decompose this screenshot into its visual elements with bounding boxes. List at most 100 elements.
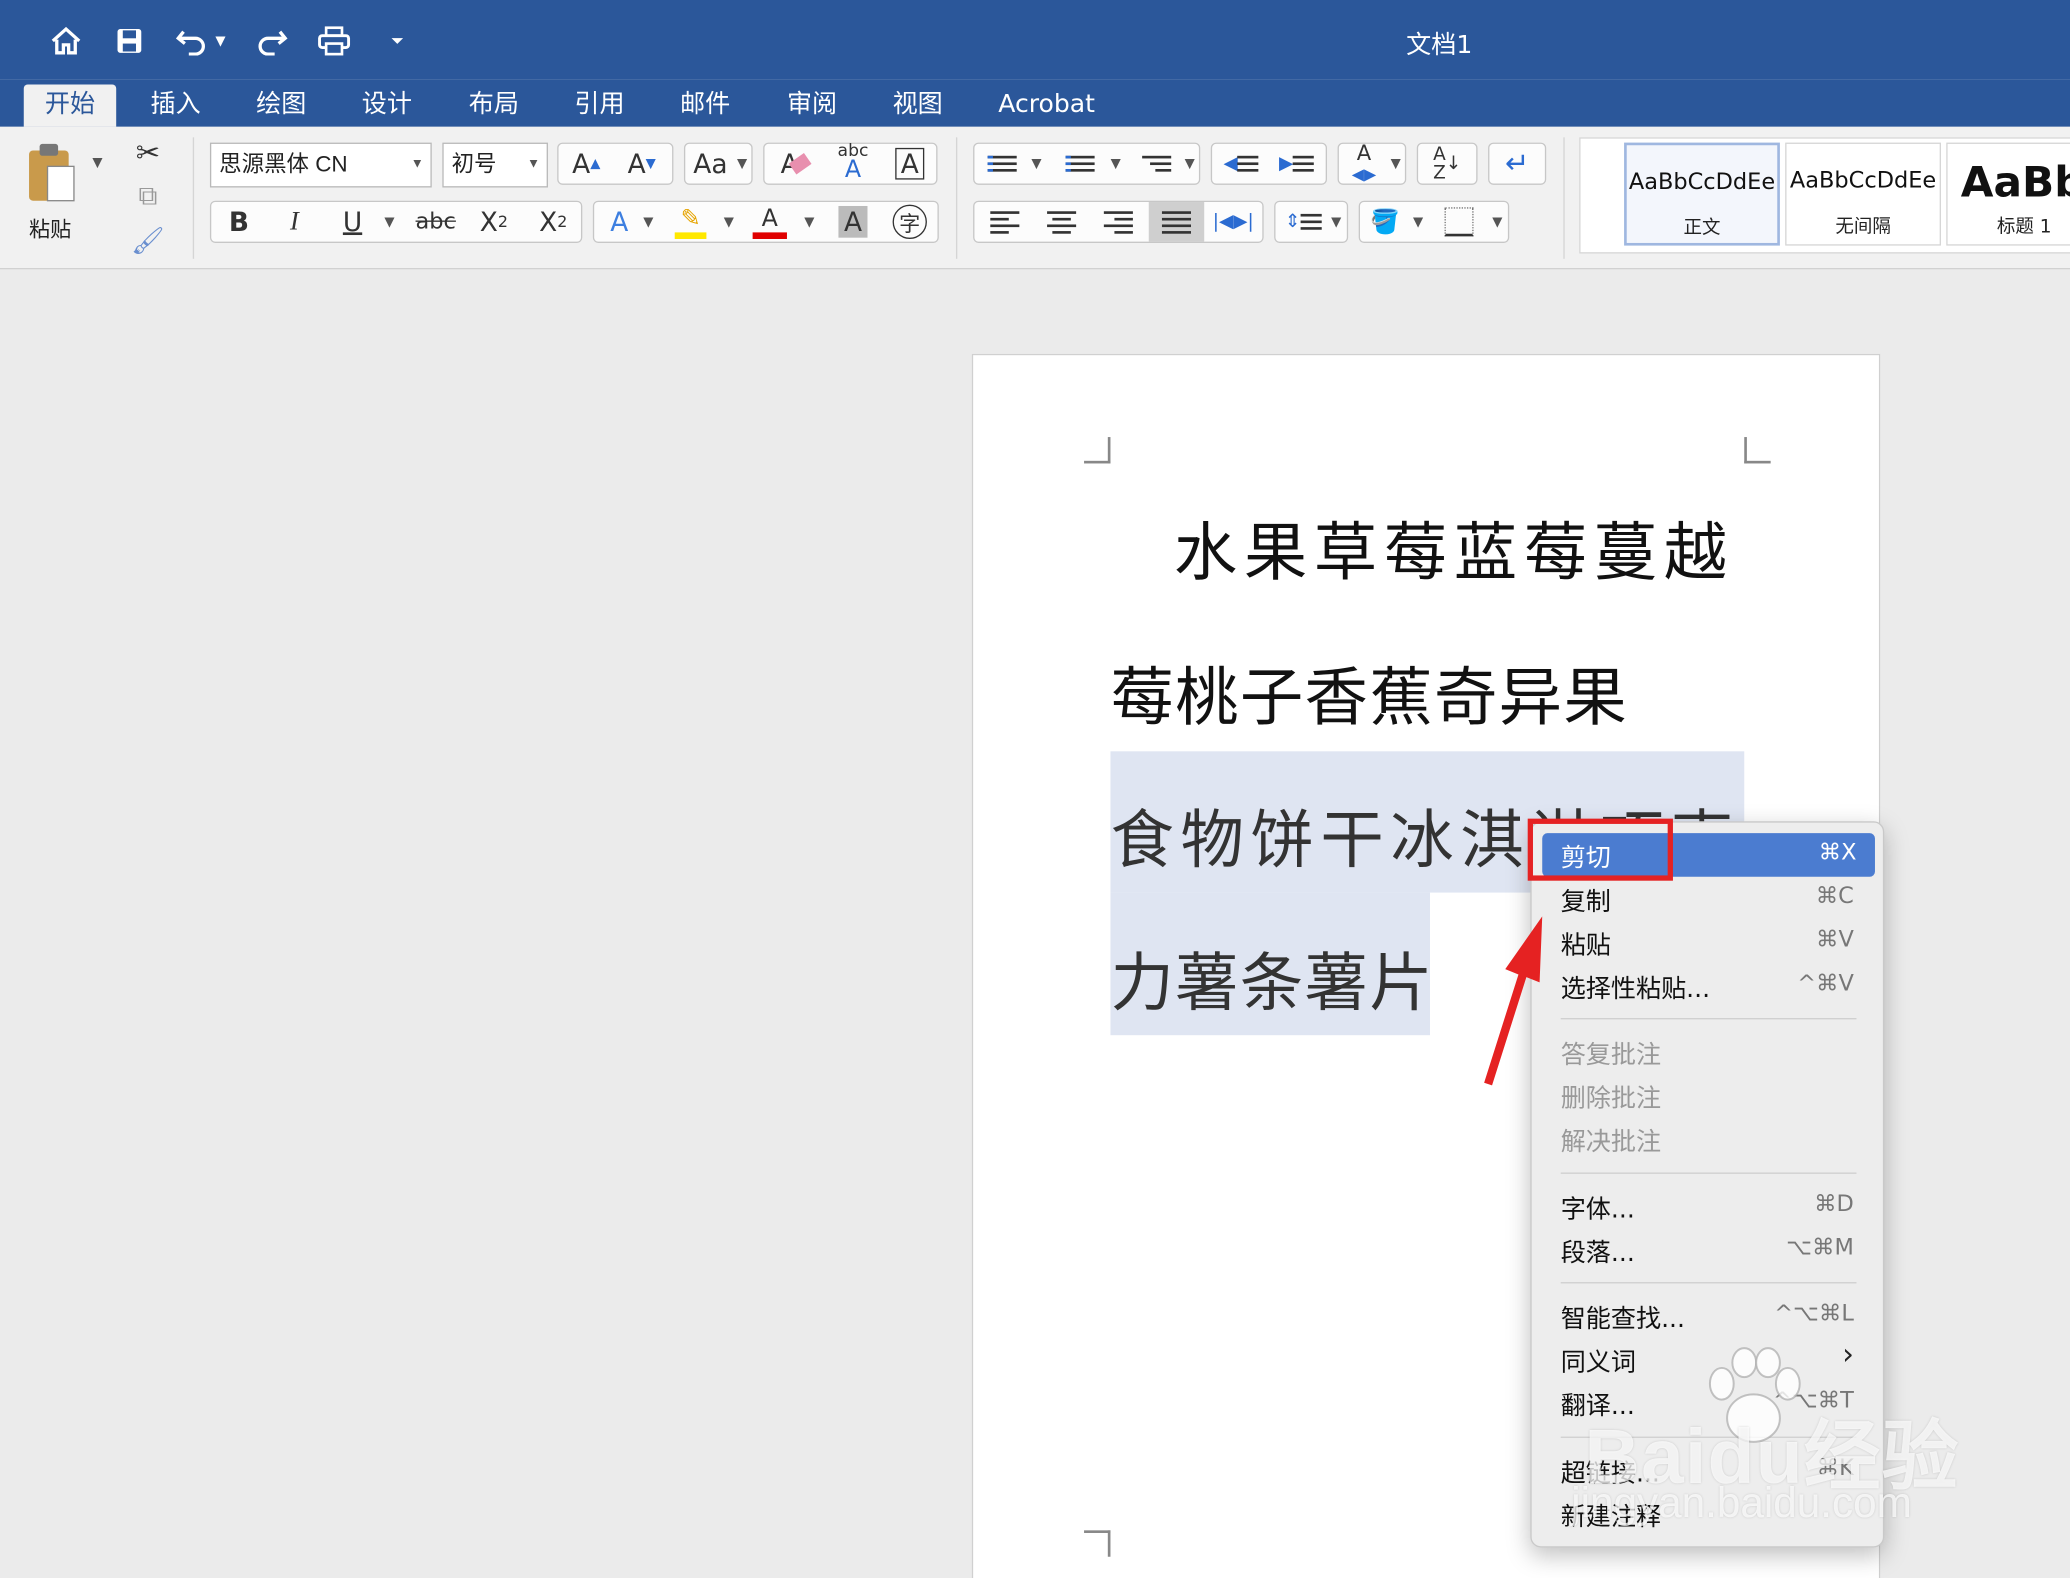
chevron-down-icon[interactable]: ▼ — [1327, 201, 1345, 243]
chevron-down-icon[interactable]: ▼ — [1106, 143, 1124, 185]
menu-label: 粘贴 — [1560, 930, 1611, 960]
redo-icon[interactable] — [254, 24, 288, 58]
strikethrough-button[interactable]: abc — [409, 201, 462, 243]
enclose-characters-icon[interactable]: 字 — [885, 201, 935, 243]
customize-toolbar-icon[interactable]: ⏷ — [386, 24, 410, 58]
line-spacing-icon[interactable]: ⇕ — [1277, 201, 1330, 243]
document-line[interactable]: 水果草莓蓝莓蔓越 — [1174, 500, 1734, 592]
style-heading-1[interactable]: AaBb 标题 1 — [1946, 142, 2070, 246]
menu-item-copy[interactable]: 复制 ⌘C — [1532, 877, 1883, 921]
menu-separator — [1560, 1172, 1857, 1174]
undo-dropdown-icon[interactable]: ▼ — [211, 24, 229, 58]
menu-item-paste-special[interactable]: 选择性粘贴... ^⌘V — [1532, 964, 1883, 1008]
tab-references[interactable]: 引用 — [553, 85, 645, 127]
font-name-field[interactable]: 思源黑体 CN ▼ — [209, 142, 432, 188]
clear-formatting-icon[interactable]: A — [768, 143, 821, 185]
paste-button[interactable] — [24, 140, 87, 211]
chevron-down-icon[interactable]: ▼ — [380, 201, 398, 243]
character-border-icon[interactable]: A — [885, 143, 935, 185]
chevron-down-icon[interactable]: ▼ — [639, 201, 657, 243]
menu-shortcut: ⌘V — [1816, 926, 1854, 954]
numbering-icon[interactable] — [1056, 143, 1104, 185]
home-icon[interactable] — [49, 24, 83, 58]
grow-font-icon[interactable]: A ▲ — [560, 143, 613, 185]
chevron-down-icon[interactable]: ▼ — [1027, 143, 1045, 185]
phonetic-guide-icon[interactable]: abc A — [827, 140, 880, 182]
bullets-icon[interactable] — [978, 143, 1026, 185]
style-normal[interactable]: AaBbCcDdEe 正文 — [1624, 142, 1780, 246]
justify-icon[interactable] — [1148, 202, 1205, 242]
menu-label: 段落... — [1560, 1238, 1635, 1268]
tab-acrobat[interactable]: Acrobat — [977, 85, 1116, 127]
shrink-font-icon[interactable]: A ▼ — [615, 143, 668, 185]
menu-label: 解决批注 — [1560, 1127, 1662, 1157]
tab-review[interactable]: 审阅 — [766, 85, 858, 127]
chevron-down-icon[interactable]: ▼ — [1386, 143, 1404, 185]
superscript-button[interactable]: X2 — [528, 201, 578, 243]
font-color-icon[interactable]: A — [745, 201, 795, 243]
highlight-color-icon[interactable]: ✎ — [665, 201, 715, 243]
align-right-icon[interactable] — [1092, 201, 1145, 243]
menu-item-smart-lookup[interactable]: 智能查找... ^⌥⌘L — [1532, 1294, 1883, 1338]
distributed-icon[interactable]: |◀▶| — [1207, 201, 1260, 243]
save-icon[interactable] — [112, 24, 146, 58]
annotation-arrow-icon — [1484, 916, 1543, 1086]
superscript-mark: 2 — [557, 212, 568, 232]
underline-button[interactable]: U — [329, 201, 377, 243]
menu-label: 删除批注 — [1560, 1084, 1662, 1114]
subscript-button[interactable]: X2 — [470, 201, 518, 243]
increase-indent-icon[interactable]: ▶ — [1272, 143, 1322, 185]
menu-separator — [1560, 1282, 1857, 1284]
font-size-field[interactable]: 初号 ▼ — [442, 142, 548, 188]
asian-layout-icon[interactable]: A ◀▶ — [1340, 142, 1388, 185]
document-line-selected[interactable]: 力薯条薯片 — [1110, 931, 1434, 1023]
decrease-indent-icon[interactable]: ◀ — [1216, 143, 1266, 185]
tab-draw[interactable]: 绘图 — [235, 85, 327, 127]
bold-button[interactable]: B — [215, 201, 263, 243]
cut-icon[interactable]: ✂ — [129, 132, 166, 174]
menu-label: 答复批注 — [1560, 1040, 1662, 1070]
menu-item-delete-comment: 删除批注 — [1532, 1073, 1883, 1117]
chevron-down-icon[interactable]: ▼ — [1488, 201, 1506, 243]
menu-label: 智能查找... — [1560, 1304, 1685, 1334]
chevron-down-icon[interactable]: ▼ — [411, 144, 424, 186]
sort-icon[interactable]: A Z ↓ — [1419, 143, 1474, 185]
format-painter-icon[interactable]: 🖌 — [129, 219, 166, 261]
enclose-char: 字 — [892, 204, 927, 239]
align-center-icon[interactable] — [1035, 201, 1088, 243]
multilevel-list-icon[interactable] — [1133, 143, 1181, 185]
show-paragraph-marks-icon[interactable]: ↵ — [1491, 143, 1544, 185]
copy-icon[interactable]: ⧉ — [129, 174, 166, 216]
chevron-down-icon[interactable]: ▼ — [1409, 201, 1427, 243]
tab-mailings[interactable]: 邮件 — [659, 85, 751, 127]
change-case-icon[interactable]: Aa — [687, 143, 735, 185]
tab-insert[interactable]: 插入 — [129, 85, 221, 127]
tab-view[interactable]: 视图 — [871, 85, 963, 127]
menu-label: 同义词 — [1560, 1348, 1636, 1378]
undo-icon[interactable] — [175, 24, 210, 58]
chevron-down-icon[interactable]: ▼ — [527, 144, 540, 186]
chevron-down-icon[interactable]: ▼ — [733, 143, 751, 185]
text-effects-icon[interactable]: A — [597, 201, 642, 243]
chevron-down-icon[interactable]: ▼ — [720, 201, 738, 243]
menu-item-paste[interactable]: 粘贴 ⌘V — [1532, 920, 1883, 964]
superscript-x: X — [539, 205, 558, 238]
chevron-down-icon[interactable]: ▼ — [800, 201, 818, 243]
menu-shortcut: ⌘X — [1818, 839, 1857, 867]
character-shading-icon[interactable]: A — [829, 201, 877, 243]
menu-label: 选择性粘贴... — [1560, 974, 1711, 1004]
tab-layout[interactable]: 布局 — [448, 85, 540, 127]
borders-icon[interactable] — [1435, 201, 1483, 243]
shading-icon[interactable]: 🪣 — [1361, 201, 1409, 243]
menu-item-font[interactable]: 字体... ⌘D — [1532, 1184, 1883, 1228]
paste-dropdown-icon[interactable]: ▼ — [92, 156, 102, 171]
tab-design[interactable]: 设计 — [341, 85, 433, 127]
tab-home[interactable]: 开始 — [23, 84, 117, 127]
italic-button[interactable]: I — [271, 201, 319, 243]
align-left-icon[interactable] — [978, 201, 1031, 243]
chevron-down-icon[interactable]: ▼ — [1180, 143, 1198, 185]
style-no-spacing[interactable]: AaBbCcDdEe 无间隔 — [1785, 142, 1941, 246]
print-icon[interactable] — [317, 24, 351, 58]
menu-item-paragraph[interactable]: 段落... ⌥⌘M — [1532, 1228, 1883, 1272]
document-line[interactable]: 莓桃子香蕉奇异果 — [1110, 646, 1628, 738]
